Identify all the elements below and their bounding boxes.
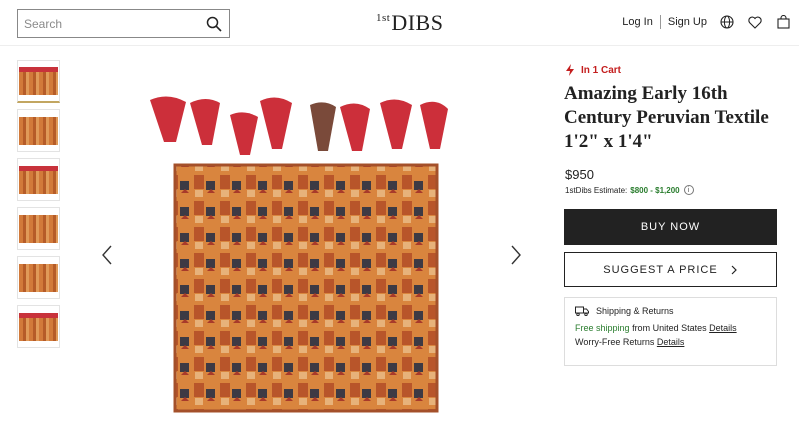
- shipping-details-link[interactable]: Details: [709, 323, 737, 333]
- buy-now-button[interactable]: BUY NOW: [564, 209, 777, 245]
- thumbnail-image: [19, 67, 58, 95]
- suggest-price-button[interactable]: SUGGEST A PRICE: [564, 252, 777, 287]
- next-image-arrow-icon[interactable]: [509, 244, 523, 266]
- heart-icon[interactable]: [747, 14, 763, 30]
- truck-icon: [575, 306, 589, 317]
- header-nav: Log In Sign Up: [622, 14, 791, 30]
- shipping-heading-text: Shipping & Returns: [596, 306, 674, 316]
- chevron-right-icon: [730, 265, 738, 275]
- product-price: $950: [565, 167, 594, 182]
- thumbnail-2[interactable]: [17, 109, 60, 152]
- cart-notice-text: In 1 Cart: [581, 64, 622, 76]
- nav-divider: [659, 15, 661, 29]
- globe-icon[interactable]: [719, 14, 735, 30]
- shipping-heading: Shipping & Returns: [575, 306, 766, 317]
- thumbnail-6[interactable]: [17, 305, 60, 348]
- search-box[interactable]: [17, 9, 230, 38]
- thumbnail-5[interactable]: [17, 256, 60, 299]
- estimate-range: $800 - $1,200: [630, 185, 680, 195]
- shipping-origin: from United States: [632, 323, 707, 333]
- thumbnail-image: [19, 165, 58, 194]
- cart-notice: In 1 Cart: [565, 64, 621, 76]
- thumbnail-3[interactable]: [17, 158, 60, 201]
- info-icon[interactable]: i: [683, 185, 694, 195]
- thumbnail-image: [19, 214, 58, 243]
- previous-image-arrow-icon[interactable]: [100, 244, 114, 266]
- tassel-fringe: [150, 96, 448, 155]
- thumbnail-image: [19, 263, 58, 292]
- price-estimate: 1stDibs Estimate: $800 - $1,200 i: [565, 185, 694, 195]
- free-shipping-label: Free shipping: [575, 323, 630, 333]
- thumbnail-strip: [17, 60, 60, 354]
- product-title: Amazing Early 16th Century Peruvian Text…: [564, 83, 769, 152]
- shopping-bag-icon[interactable]: [775, 14, 791, 30]
- site-header: 1st DIBS Log In Sign Up: [0, 0, 799, 46]
- returns-details-link[interactable]: Details: [657, 337, 685, 347]
- search-input[interactable]: [24, 16, 205, 31]
- lightning-icon: [565, 64, 575, 76]
- logo-text: DIBS: [391, 10, 444, 35]
- thumbnail-4[interactable]: [17, 207, 60, 250]
- search-icon[interactable]: [205, 15, 223, 33]
- login-link[interactable]: Log In: [622, 16, 653, 28]
- site-logo[interactable]: 1st DIBS: [376, 10, 443, 36]
- returns-row: Worry-Free Returns Details: [575, 337, 766, 347]
- free-shipping-row: Free shipping from United States Details: [575, 323, 766, 333]
- signup-link[interactable]: Sign Up: [668, 16, 707, 28]
- shipping-returns-box: Shipping & Returns Free shipping from Un…: [564, 297, 777, 366]
- product-image: [150, 96, 448, 413]
- estimate-label: 1stDibs Estimate:: [565, 185, 628, 195]
- thumbnail-1[interactable]: [17, 60, 60, 103]
- thumbnail-image: [19, 116, 58, 145]
- returns-text: Worry-Free Returns: [575, 337, 655, 347]
- suggest-price-label: SUGGEST A PRICE: [603, 263, 718, 276]
- thumbnail-image: [19, 312, 58, 341]
- logo-prefix: 1st: [376, 12, 391, 24]
